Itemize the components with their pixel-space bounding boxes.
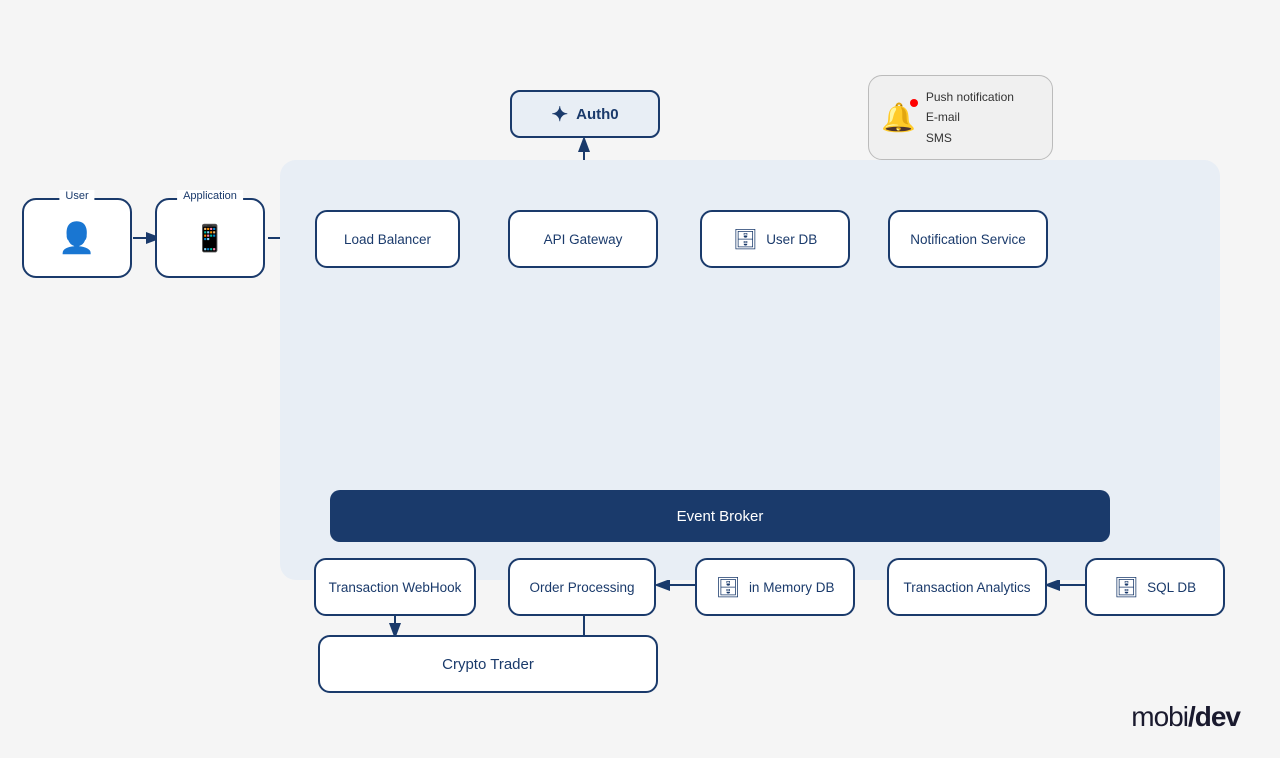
sms-label: SMS xyxy=(926,128,1014,148)
api-gateway-node: API Gateway xyxy=(508,210,658,268)
crypto-trader-node: Crypto Trader xyxy=(318,635,658,693)
auth0-star-icon: ✦ xyxy=(551,102,568,127)
application-node: Application 📱 xyxy=(155,198,265,278)
application-label-tag: Application xyxy=(177,190,243,202)
push-label: Push notification xyxy=(926,87,1014,107)
load-balancer-node: Load Balancer xyxy=(315,210,460,268)
auth0-node: ✦ Auth0 xyxy=(510,90,660,138)
auth0-label: Auth0 xyxy=(576,106,619,123)
notification-text: Push notification E-mail SMS xyxy=(926,87,1014,148)
notification-box: 🔔 Push notification E-mail SMS xyxy=(868,75,1053,160)
notification-service-node: Notification Service xyxy=(888,210,1048,268)
user-db-node: 🗄 User DB xyxy=(700,210,850,268)
email-label: E-mail xyxy=(926,107,1014,127)
slash-text: / xyxy=(1188,701,1195,732)
user-icon: 👤 xyxy=(58,221,95,256)
userdb-icon: 🗄 xyxy=(733,227,758,252)
mobi-text: mobi xyxy=(1131,701,1188,732)
order-processing-node: Order Processing xyxy=(508,558,656,616)
sql-db-node: 🗄 SQL DB xyxy=(1085,558,1225,616)
user-label-tag: User xyxy=(59,190,94,202)
transaction-analytics-node: Transaction Analytics xyxy=(887,558,1047,616)
dev-text: dev xyxy=(1195,701,1240,732)
bell-icon: 🔔 xyxy=(881,101,916,134)
mobidev-logo: mobi/dev xyxy=(1131,701,1240,733)
transaction-webhook-node: Transaction WebHook xyxy=(314,558,476,616)
inmemory-icon: 🗄 xyxy=(716,575,741,600)
in-memory-db-node: 🗄 in Memory DB xyxy=(695,558,855,616)
user-node: User 👤 xyxy=(22,198,132,278)
phone-icon: 📱 xyxy=(194,223,226,254)
event-broker-node: Event Broker xyxy=(330,490,1110,542)
sqldb-icon: 🗄 xyxy=(1114,575,1139,600)
